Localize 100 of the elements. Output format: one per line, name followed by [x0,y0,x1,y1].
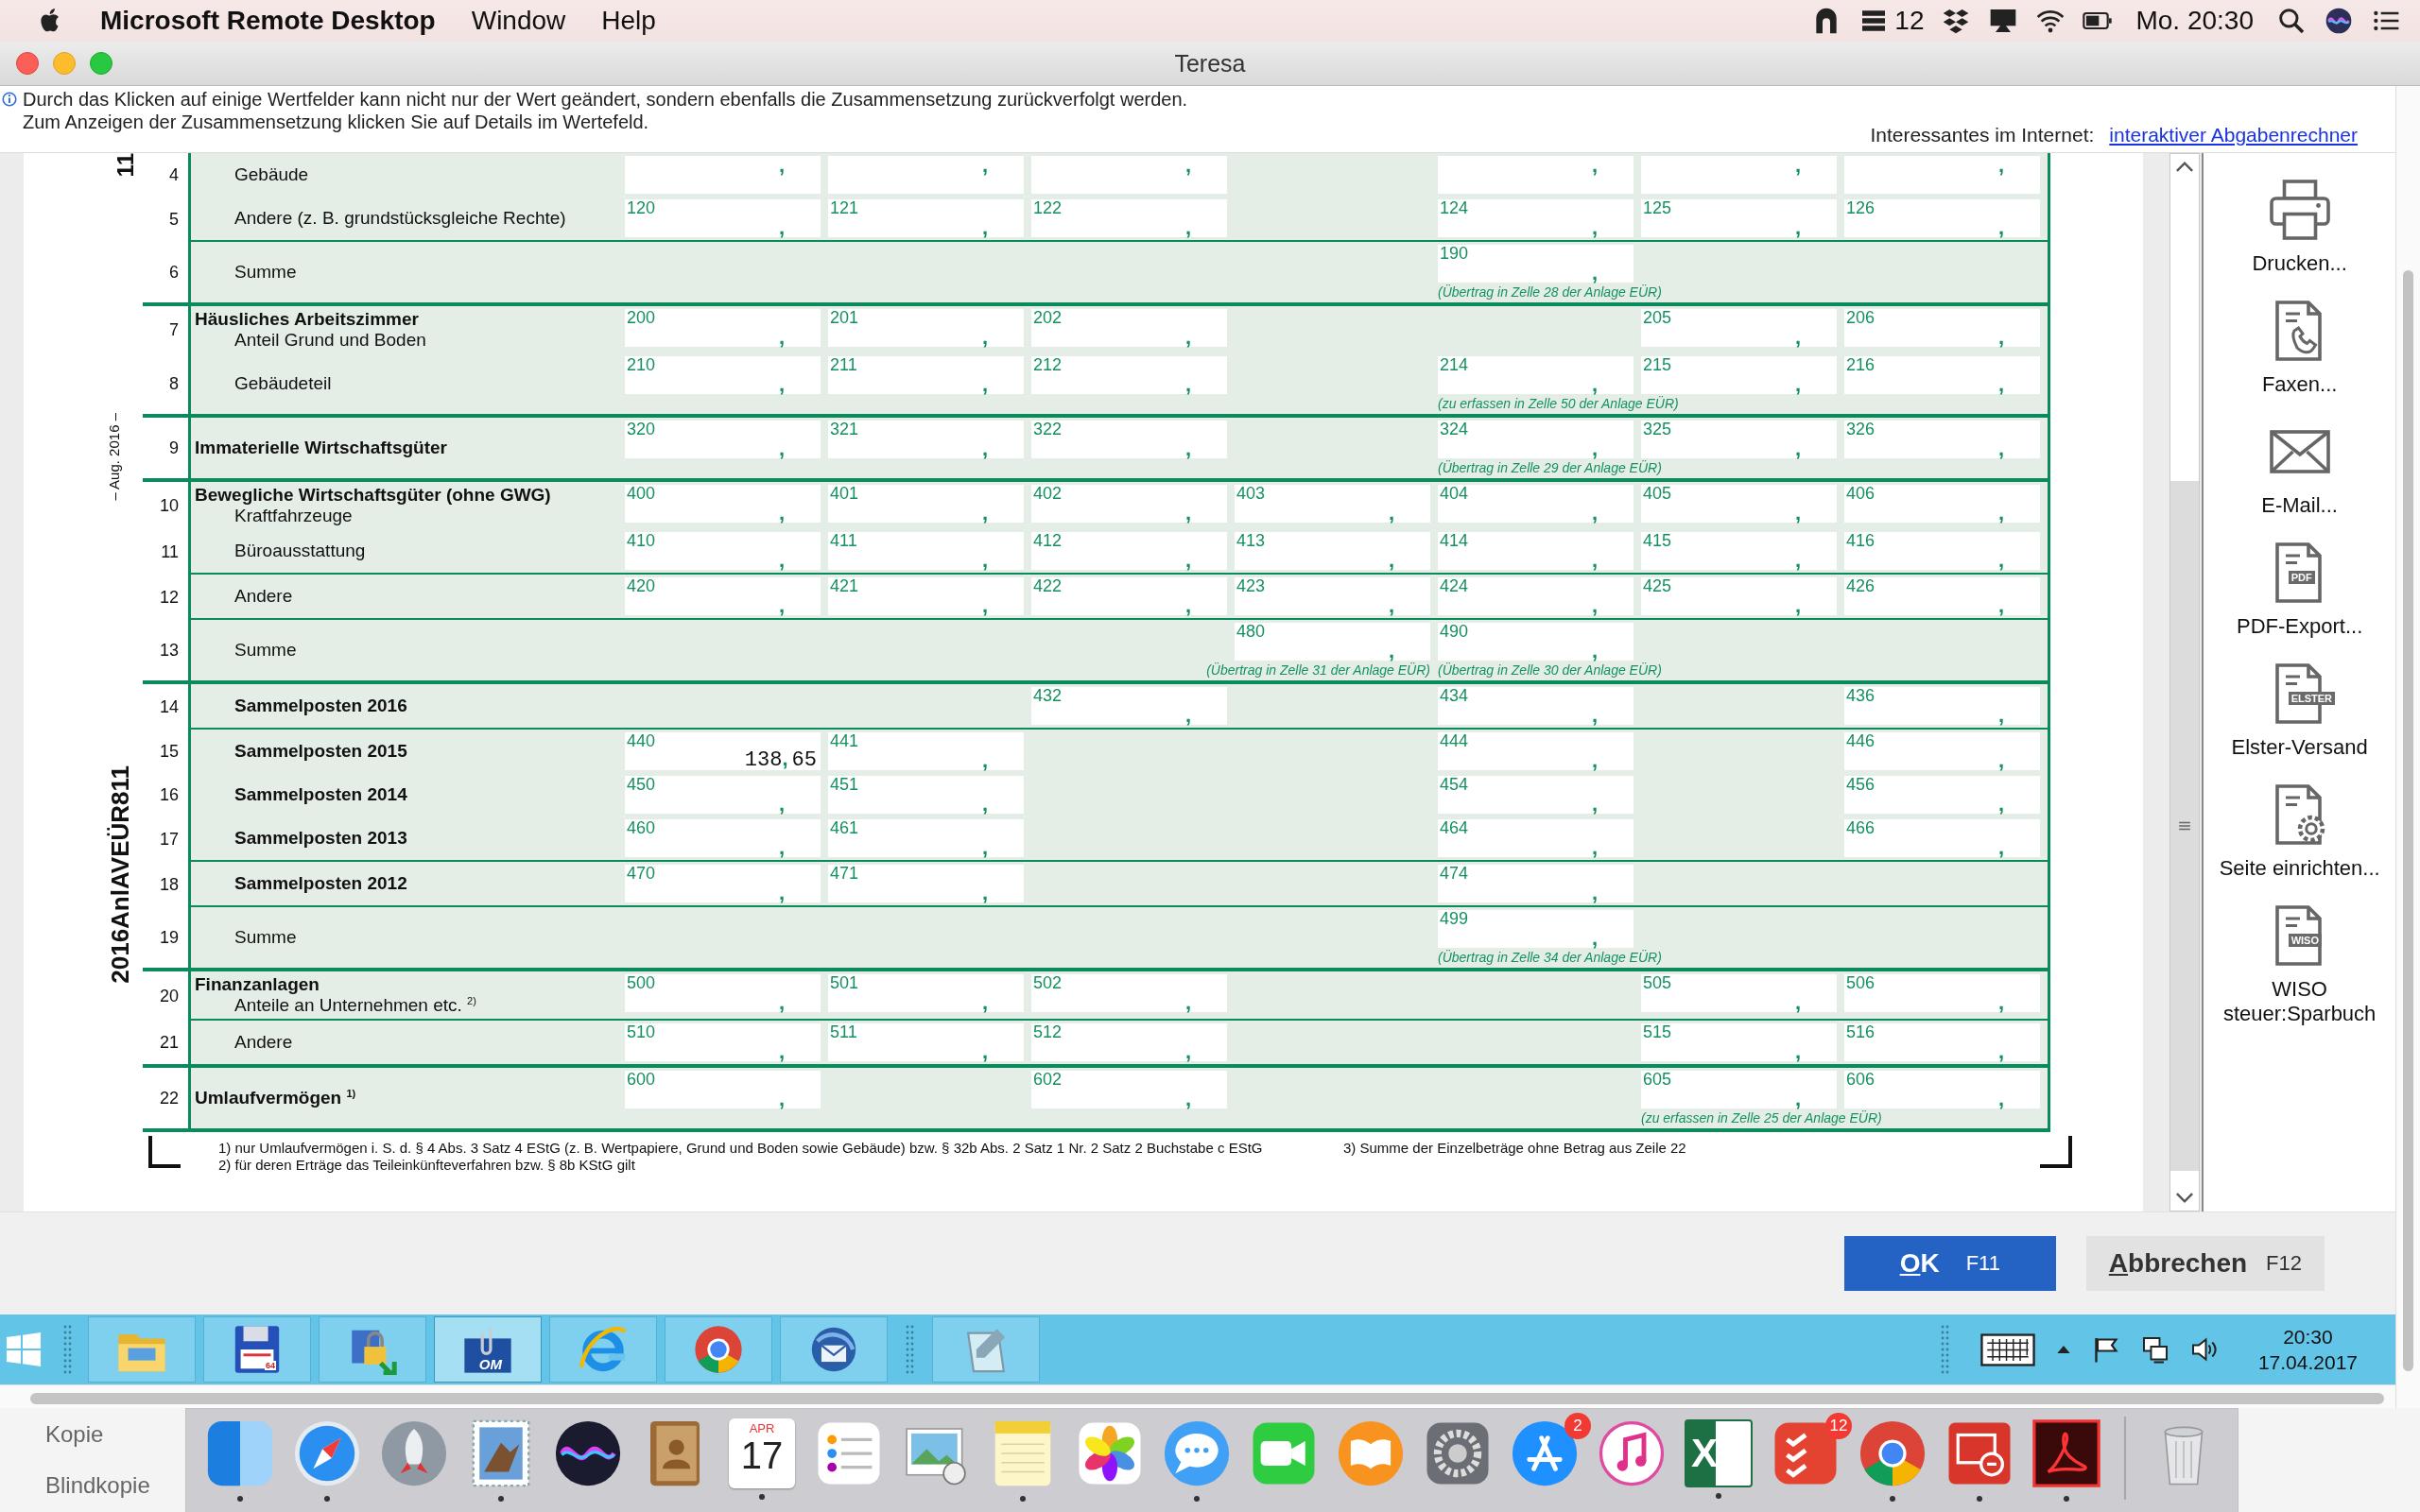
amount-field[interactable]: 404 , [1438,485,1634,523]
amount-field[interactable]: 454 , [1438,776,1634,814]
amount-field[interactable]: 460 , [625,819,821,857]
amount-field[interactable]: , [625,156,821,194]
search-icon[interactable] [2276,6,2307,36]
amount-field[interactable]: 202 , [1031,309,1227,347]
scroll-thumb[interactable] [30,1393,2384,1404]
amount-field[interactable]: 324 , [1438,421,1634,458]
scroll-thumb[interactable] [2170,481,2200,1171]
amount-field[interactable]: 605 , [1641,1071,1837,1109]
calculator-link[interactable]: interaktiver Abgabenrechner [2109,124,2358,146]
menu-item[interactable]: Window [471,6,566,36]
zoom-button[interactable] [90,52,112,75]
amount-field[interactable]: 450 , [625,776,821,814]
ok-button[interactable]: OK F11 [1843,1236,2056,1291]
amount-field[interactable]: 466 , [1844,819,2040,857]
amount-field[interactable]: 121 , [828,199,1024,237]
taskbar-button[interactable] [319,1316,426,1383]
grip-icon[interactable] [1939,1323,1950,1376]
amount-field[interactable]: 412 , [1031,532,1227,570]
amount-field[interactable]: 602 , [1031,1071,1227,1109]
menu-item[interactable]: Help [601,6,656,36]
orb-icon[interactable] [2324,6,2354,36]
amount-field[interactable]: 410 , [625,532,821,570]
taskbar-button[interactable] [780,1316,888,1383]
amount-field[interactable]: 606 , [1844,1071,2040,1109]
amount-field[interactable]: 400 , [625,485,821,523]
amount-field[interactable]: 436 , [1844,687,2040,725]
amount-field[interactable]: 401 , [828,485,1024,523]
amount-field[interactable]: 451 , [828,776,1024,814]
amount-field[interactable]: 474 , [1438,865,1634,902]
amount-field[interactable]: 205 , [1641,309,1837,347]
amount-field[interactable]: , [828,156,1024,194]
amount-field[interactable]: 422 , [1031,577,1227,615]
cancel-button[interactable]: Abbrechen F12 [2085,1236,2325,1291]
calendar-icon[interactable]: APR 17 [729,1418,795,1488]
amount-field[interactable]: , [1438,156,1634,194]
amount-field[interactable]: 471 , [828,865,1024,902]
sidebar-action[interactable]: PDF PDF-Export... [2204,539,2394,639]
amount-field[interactable]: 411 , [828,532,1024,570]
amount-field[interactable]: 502 , [1031,974,1227,1012]
amount-field[interactable]: 461 , [828,819,1024,857]
sidebar-action[interactable]: Drucken... [2204,176,2394,276]
amount-field[interactable]: 501 , [828,974,1024,1012]
amount-field[interactable]: 322 , [1031,421,1227,458]
amount-field[interactable]: 600 , [625,1071,821,1109]
amount-field[interactable]: 480 , [1235,623,1430,661]
swirl-document-icon[interactable] [2030,1417,2103,1490]
amount-field[interactable]: 125 , [1641,199,1837,237]
amount-field[interactable]: 415 , [1641,532,1837,570]
amount-field[interactable]: , [1844,156,2040,194]
taskbar-button[interactable]: 64 [203,1316,311,1383]
amount-field[interactable]: 402 , [1031,485,1227,523]
amount-field[interactable]: 406 , [1844,485,2040,523]
amount-field[interactable]: 211 , [828,356,1024,394]
amount-field[interactable]: 440 138, 65 [625,732,821,770]
amount-field[interactable]: 215 , [1641,356,1837,394]
amount-field[interactable]: 470 , [625,865,821,902]
amount-field[interactable]: 321 , [828,421,1024,458]
amount-field[interactable]: 506 , [1844,974,2040,1012]
amount-field[interactable]: 441 , [828,732,1024,770]
sidebar-action[interactable]: ELSTER Elster-Versand [2204,660,2394,760]
clock[interactable]: Mo. 20:30 [2135,6,2254,36]
amount-field[interactable]: 200 , [625,309,821,347]
amount-field[interactable]: 201 , [828,309,1024,347]
amount-field[interactable]: , [1031,156,1227,194]
amount-field[interactable]: 423 , [1235,577,1430,615]
amount-field[interactable]: 403 , [1235,485,1430,523]
amount-field[interactable]: 425 , [1641,577,1837,615]
amount-field[interactable]: 413 , [1235,532,1430,570]
taskbar-button[interactable] [932,1316,1040,1383]
amount-field[interactable]: , [1641,156,1837,194]
amount-field[interactable]: 499 , [1438,910,1634,948]
amount-field[interactable]: 426 , [1844,577,2040,615]
grip-icon[interactable] [905,1323,915,1376]
amount-field[interactable]: 212 , [1031,356,1227,394]
amount-field[interactable]: 120 , [625,199,821,237]
amount-field[interactable]: 405 , [1641,485,1837,523]
amount-field[interactable]: 206 , [1844,309,2040,347]
amount-field[interactable]: 456 , [1844,776,2040,814]
amount-field[interactable]: 216 , [1844,356,2040,394]
spreadsheet-icon[interactable]: X [1685,1419,1753,1487]
amount-field[interactable]: 210 , [625,356,821,394]
sidebar-action[interactable]: E-Mail... [2204,418,2394,518]
taskbar-button[interactable]: OM [434,1316,542,1383]
amount-field[interactable]: 500 , [625,974,821,1012]
close-button[interactable] [16,52,39,75]
sidebar-action[interactable]: Faxen... [2204,297,2394,397]
amount-field[interactable]: 214 , [1438,356,1634,394]
amount-field[interactable]: 444 , [1438,732,1634,770]
amount-field[interactable]: 124 , [1438,199,1634,237]
network-icon[interactable] [2140,1335,2169,1364]
amount-field[interactable]: 416 , [1844,532,2040,570]
amount-field[interactable]: 516 , [1844,1023,2040,1062]
amount-field[interactable]: 434 , [1438,687,1634,725]
amount-field[interactable]: 464 , [1438,819,1634,857]
scroll-thumb[interactable] [2403,270,2413,1371]
amount-field[interactable]: 326 , [1844,421,2040,458]
amount-field[interactable]: 420 , [625,577,821,615]
app-menu[interactable]: Microsoft Remote Desktop [100,6,436,36]
